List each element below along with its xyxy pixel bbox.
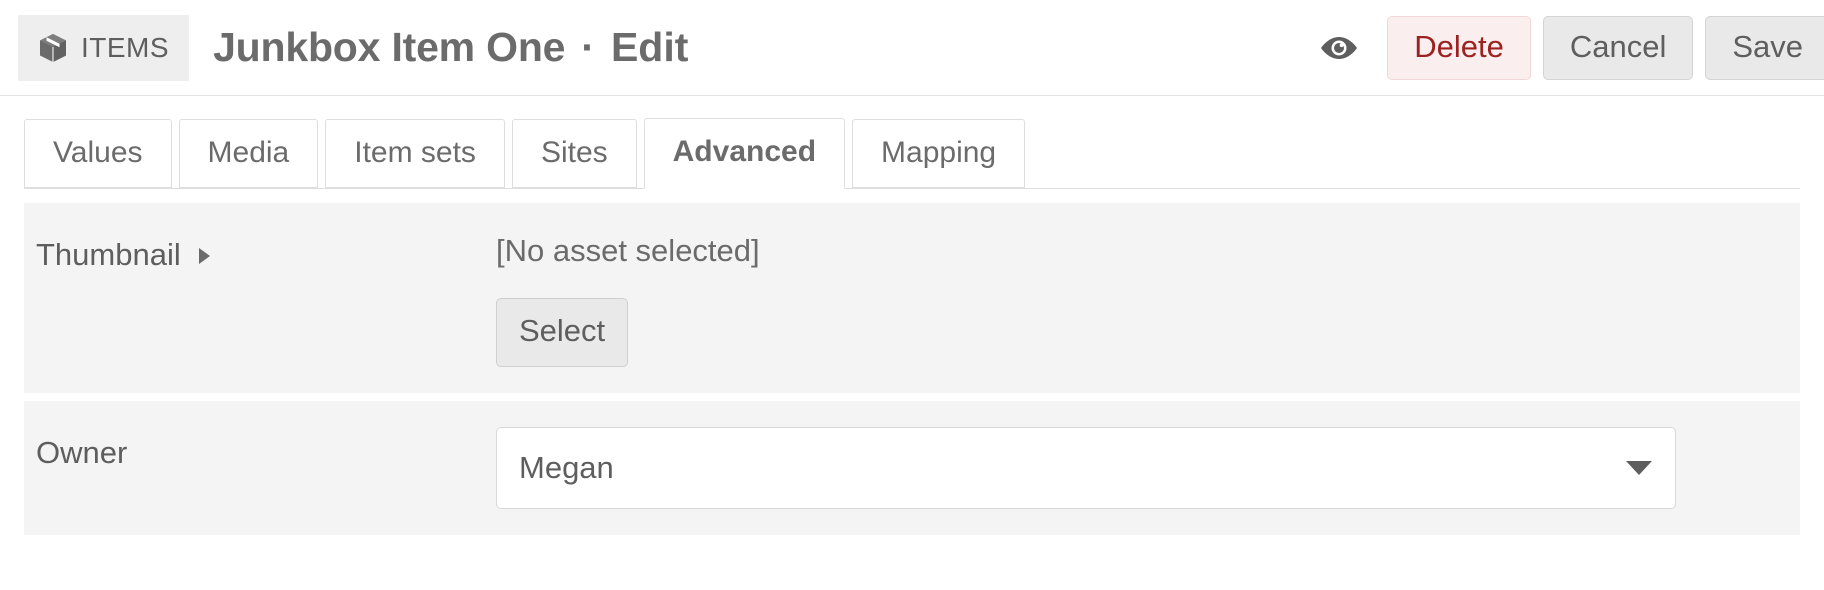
owner-select-wrap: Megan	[496, 427, 1676, 509]
tab-item-sets[interactable]: Item sets	[325, 119, 505, 188]
page-header: ITEMS Junkbox Item One · Edit Delete Can…	[0, 0, 1824, 96]
header-actions: Delete Cancel Save	[1317, 15, 1824, 80]
tab-values[interactable]: Values	[24, 119, 172, 188]
field-row-owner: Owner Megan	[24, 401, 1800, 535]
title-action: Edit	[610, 24, 689, 70]
delete-button[interactable]: Delete	[1387, 15, 1531, 80]
thumbnail-label-group: Thumbnail	[24, 229, 496, 273]
tab-bar: Values Media Item sets Sites Advanced Ma…	[0, 96, 1824, 189]
save-button[interactable]: Save	[1705, 15, 1824, 80]
title-separator: ·	[581, 24, 595, 70]
field-row-thumbnail: Thumbnail [No asset selected] Select	[24, 203, 1800, 393]
tab-advanced[interactable]: Advanced	[643, 118, 846, 189]
tab-spacer	[0, 189, 1824, 195]
item-title: Junkbox Item One	[213, 24, 566, 70]
tab-list: Values Media Item sets Sites Advanced Ma…	[24, 118, 1824, 189]
select-asset-button[interactable]: Select	[496, 298, 629, 367]
tab-media[interactable]: Media	[178, 119, 319, 188]
owner-label-group: Owner	[24, 427, 496, 471]
cube-icon	[36, 31, 70, 65]
thumbnail-label: Thumbnail	[36, 237, 181, 272]
owner-select[interactable]: Megan	[496, 427, 1676, 509]
preview-button[interactable]	[1317, 26, 1361, 70]
eye-icon	[1319, 35, 1359, 61]
tab-sites[interactable]: Sites	[511, 119, 637, 188]
tab-mapping[interactable]: Mapping	[852, 119, 1026, 188]
page-title: Junkbox Item One · Edit	[213, 24, 688, 71]
owner-value: Megan	[496, 427, 1800, 509]
asset-status-text: [No asset selected]	[496, 233, 760, 268]
tab-content-divider	[24, 188, 1800, 189]
chevron-right-icon[interactable]	[198, 248, 210, 264]
owner-label: Owner	[36, 435, 128, 470]
cancel-button[interactable]: Cancel	[1542, 15, 1694, 80]
owner-select-value: Megan	[519, 450, 614, 485]
advanced-fields: Thumbnail [No asset selected] Select Own…	[0, 203, 1824, 535]
items-badge-label: ITEMS	[81, 31, 170, 63]
thumbnail-value: [No asset selected] Select	[496, 229, 1800, 367]
items-resource-badge[interactable]: ITEMS	[18, 14, 190, 81]
edit-item-page: ITEMS Junkbox Item One · Edit Delete Can…	[0, 0, 1824, 590]
